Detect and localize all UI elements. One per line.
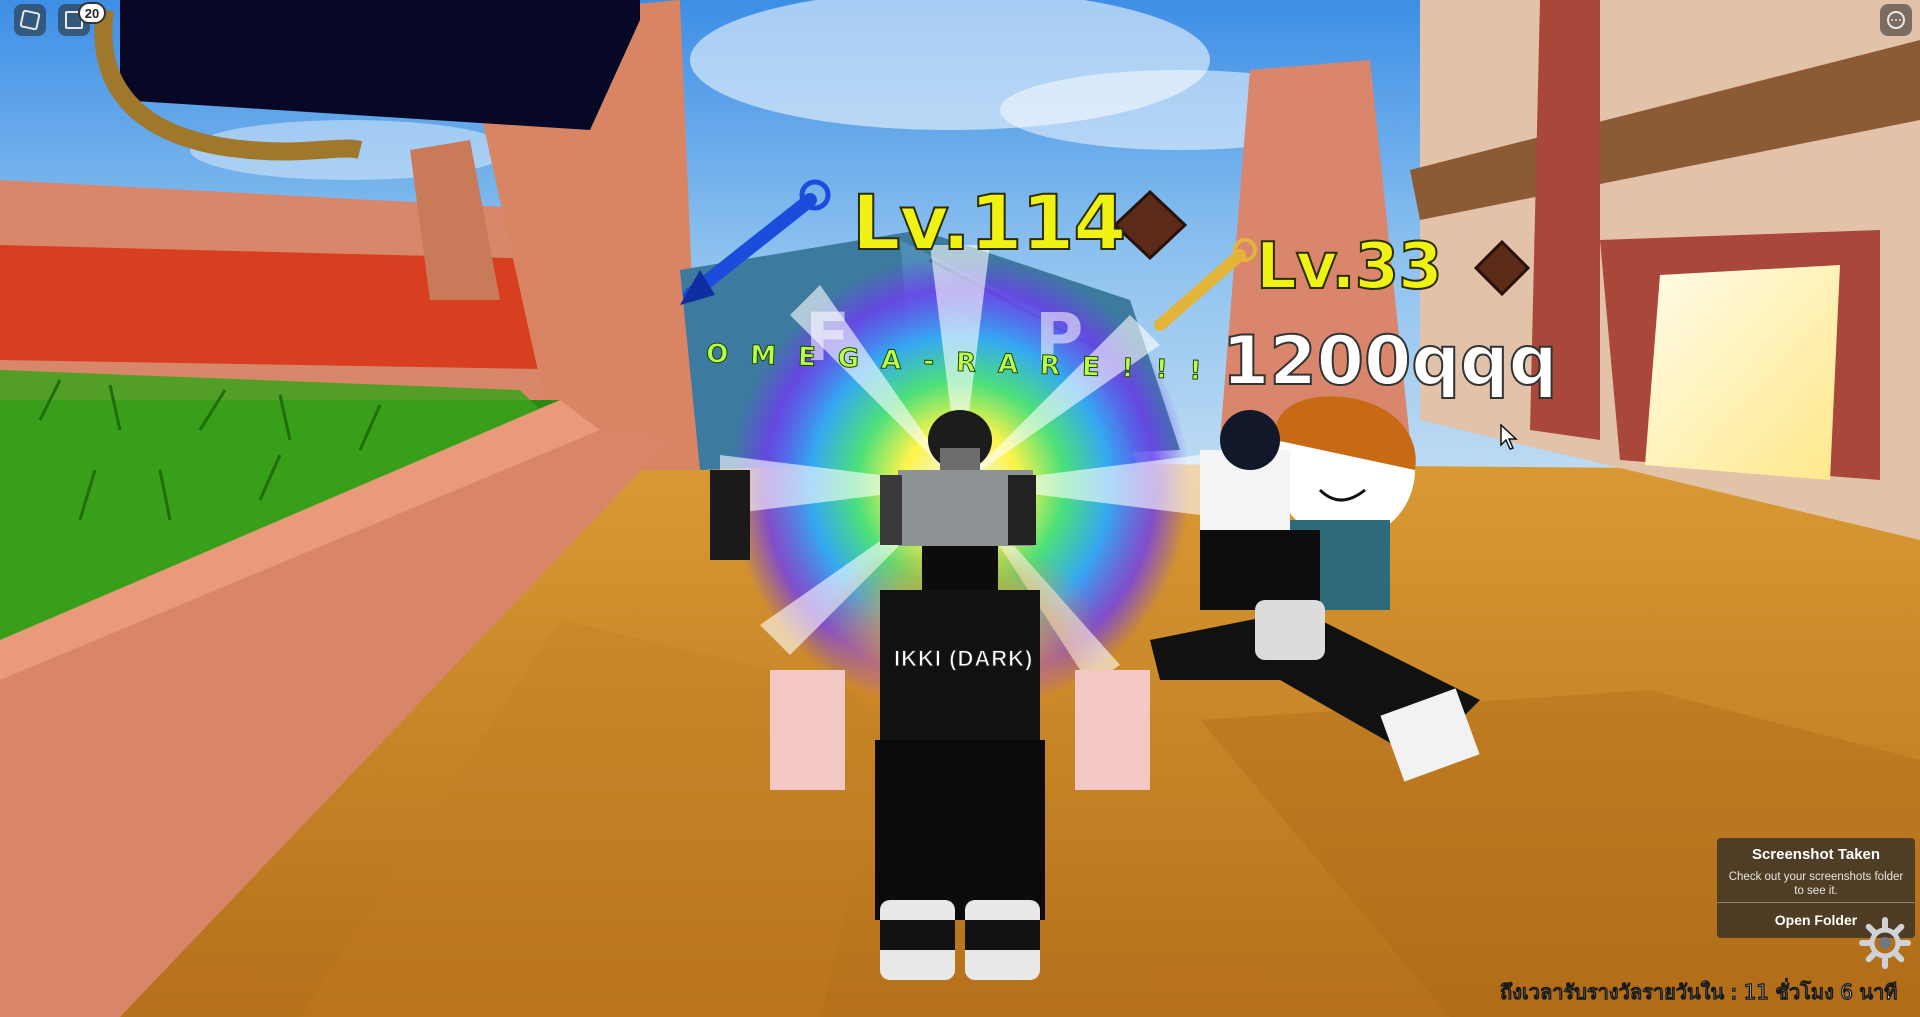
daily-reward-countdown: ถึงเวลารับรางวัลรายวันใน : 11 ชั่วโมง 6 … <box>1500 979 1898 1004</box>
player2-level-label: Lv.33 <box>1255 229 1444 305</box>
toast-body: Check out your screenshots folder to see… <box>1728 871 1904 897</box>
roblox-menu-button[interactable] <box>14 4 46 36</box>
more-options-button[interactable] <box>1880 4 1912 36</box>
player2-value-label: 1200qqq <box>1221 321 1558 402</box>
gear-icon[interactable] <box>1858 916 1912 970</box>
toast-title: Screenshot Taken <box>1751 846 1881 863</box>
roblox-logo-icon <box>19 9 41 31</box>
notification-badge: 20 <box>78 2 106 24</box>
mouse-cursor-icon <box>1500 424 1518 450</box>
unit-name-label: IKKI (DARK) <box>893 646 1034 672</box>
game-viewport[interactable]: F P <box>0 0 1920 1017</box>
player1-level-label: Lv.114 <box>851 177 1127 268</box>
more-options-icon <box>1887 11 1905 29</box>
